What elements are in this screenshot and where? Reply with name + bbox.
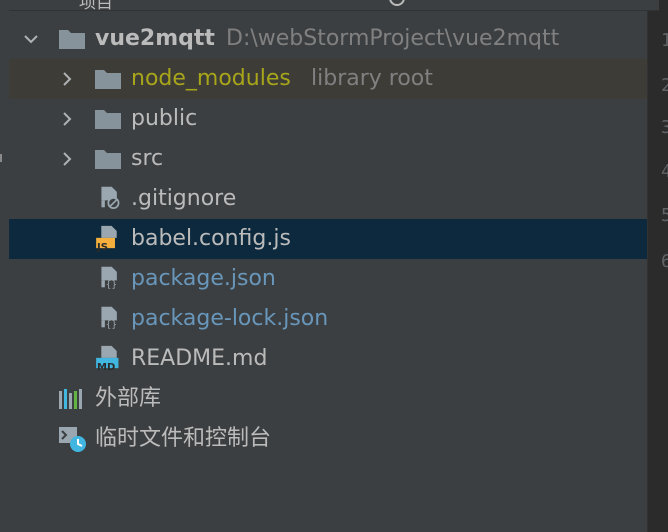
tree-row-public[interactable]: public [9, 99, 647, 139]
json-file-icon: {} [101, 306, 117, 329]
folder-icon [95, 150, 121, 169]
js-badge: JS [97, 242, 108, 253]
tree-row-node-modules[interactable]: node_modules library root [9, 59, 647, 99]
tree-row-scratches[interactable]: 临时文件和控制台 [9, 419, 647, 459]
tree-row-external-libraries[interactable]: 外部库 [9, 379, 647, 419]
folder-name: src [131, 146, 164, 171]
folder-name: node_modules [131, 66, 291, 91]
chevron-right-icon[interactable] [59, 151, 75, 167]
line-number: 2 [661, 75, 668, 96]
folder-icon [95, 110, 121, 129]
file-name: .gitignore [131, 186, 237, 211]
settings-icon[interactable] [537, 0, 557, 6]
svg-text:{}: {} [106, 319, 117, 329]
tree-row-babel-config[interactable]: JS babel.config.js [9, 219, 647, 259]
chevron-right-icon[interactable] [59, 111, 75, 127]
project-name: vue2mqtt [95, 26, 215, 51]
chevron-right-icon[interactable] [59, 71, 75, 87]
file-name: package-lock.json [131, 306, 329, 331]
tree-row-root[interactable]: vue2mqtt D:\webStormProject\vue2mqtt [9, 19, 647, 59]
file-name: package.json [131, 266, 276, 291]
line-number: 4 [661, 161, 668, 182]
scratches-label: 临时文件和控制台 [95, 426, 272, 451]
tree-row-gitignore[interactable]: .gitignore [9, 179, 647, 219]
scratches-console-icon [59, 427, 86, 452]
svg-text:{}: {} [106, 279, 117, 289]
tree-row-readme[interactable]: MD README.md [9, 339, 647, 379]
project-path: D:\webStormProject\vue2mqtt [226, 26, 560, 51]
library-root-hint: library root [311, 66, 433, 91]
collapse-all-icon[interactable] [439, 0, 459, 6]
line-number: 5 [661, 205, 668, 226]
line-number: 1 [661, 30, 668, 51]
chevron-down-icon[interactable] [23, 31, 39, 47]
md-badge: MD [97, 362, 116, 373]
file-name: README.md [131, 346, 268, 371]
external-libraries-label: 外部库 [95, 386, 162, 411]
file-name: babel.config.js [131, 226, 291, 251]
library-icon [59, 389, 82, 409]
folder-icon [95, 70, 121, 89]
tool-window-title: 项目 [79, 0, 113, 11]
locate-icon[interactable] [387, 0, 407, 6]
tree-row-src[interactable]: src [9, 139, 647, 179]
strip-marker [0, 154, 2, 162]
line-number: 3 [661, 117, 668, 138]
tree-row-package-json[interactable]: {} package.json [9, 259, 647, 299]
line-number: 6 [661, 251, 668, 272]
editor-gutter: 1 2 3 4 5 6 [647, 11, 668, 532]
gitignore-file-icon [101, 186, 120, 209]
tree-row-package-lock-json[interactable]: {} package-lock.json [9, 299, 647, 339]
folder-name: public [131, 106, 198, 131]
folder-icon [59, 30, 85, 49]
json-file-icon: {} [101, 266, 117, 289]
tool-window-header: 项目 [9, 0, 659, 11]
